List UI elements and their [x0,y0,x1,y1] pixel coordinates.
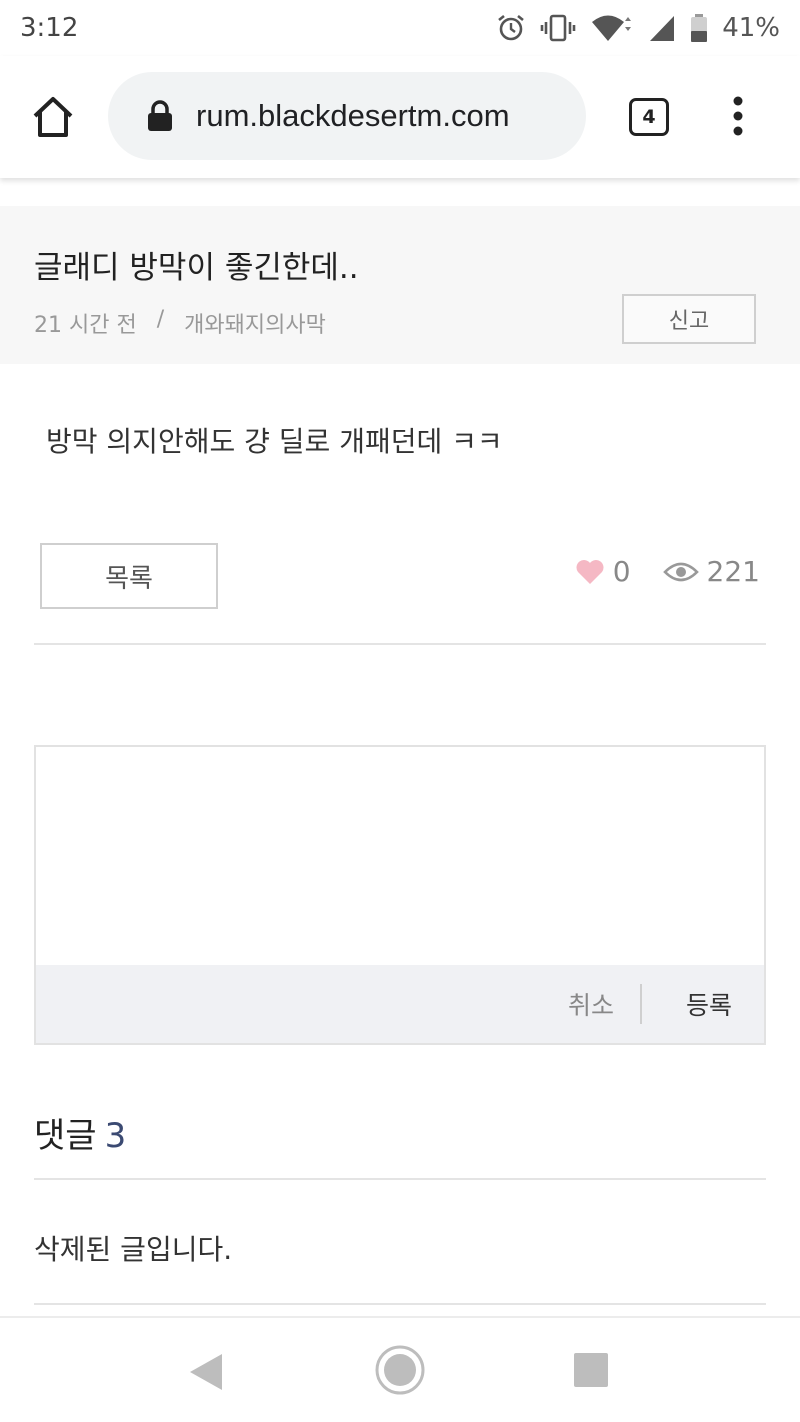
lock-icon [148,100,172,131]
home-nav-icon[interactable] [374,1344,426,1396]
report-button[interactable]: 신고 [622,294,756,344]
heart-icon[interactable] [575,559,605,585]
post-body: 방막 의지안해도 걍 딜로 개패던데 ㅋㅋ [46,425,503,458]
tabs-button[interactable]: 4 [629,98,669,136]
divider [34,1178,766,1180]
battery-icon [691,14,708,42]
url-text: rum.blackdesertm.com [196,98,510,133]
meta-separator: / [156,307,165,332]
post-meta: 21 시간 전 / 개와돼지의사막 [34,307,326,339]
alarm-icon [498,14,525,41]
home-icon [33,97,73,137]
like-count: 0 [612,555,631,588]
post-author[interactable]: 개와돼지의사막 [184,307,326,339]
status-time: 3:12 [20,13,79,43]
more-menu-button[interactable] [728,96,748,136]
eye-icon [662,562,699,581]
more-vert-icon [733,96,743,136]
view-count: 221 [706,555,760,588]
comment-input[interactable] [36,747,764,965]
comment-item: 삭제된 글입니다. [34,1233,233,1266]
back-icon[interactable] [188,1352,224,1392]
divider [34,643,766,645]
post-stats: 0 221 [575,555,760,588]
url-bar[interactable]: rum.blackdesertm.com [108,72,586,160]
list-label: 목록 [105,563,153,594]
post-header: 글래디 방막이 좋긴한데.. 21 시간 전 / 개와돼지의사막 신고 [0,206,800,364]
wifi-icon [592,15,632,41]
status-icons: 41% [496,13,780,43]
home-button[interactable] [30,94,76,140]
signal-icon [650,16,675,41]
browser-toolbar: rum.blackdesertm.com 4 [0,56,800,178]
like-stat[interactable]: 0 [575,555,631,588]
recents-icon[interactable] [573,1352,609,1388]
status-bar: 3:12 41% [0,0,800,56]
comments-count: 3 [104,1116,127,1156]
view-stat: 221 [662,555,760,588]
comments-title: 댓글 3 [34,1108,126,1157]
list-button[interactable]: 목록 [40,543,218,609]
comment-actions: 취소 등록 [36,965,764,1043]
battery-percent: 41% [722,13,780,43]
report-label: 신고 [668,309,710,334]
cancel-button[interactable]: 취소 [542,986,640,1022]
navigation-bar [0,1316,800,1422]
post-title: 글래디 방막이 좋긴한데.. [34,250,359,286]
post-time: 21 시간 전 [34,313,137,338]
submit-button[interactable]: 등록 [642,986,732,1022]
comment-form: 취소 등록 [34,745,766,1045]
page: 3:12 41% rum.blackdesertm.com 4 글래디 방막이 … [0,0,800,1422]
tab-count: 4 [642,106,656,128]
vibrate-icon [540,14,576,42]
divider [34,1303,766,1305]
comments-title-label: 댓글 [34,1116,97,1156]
